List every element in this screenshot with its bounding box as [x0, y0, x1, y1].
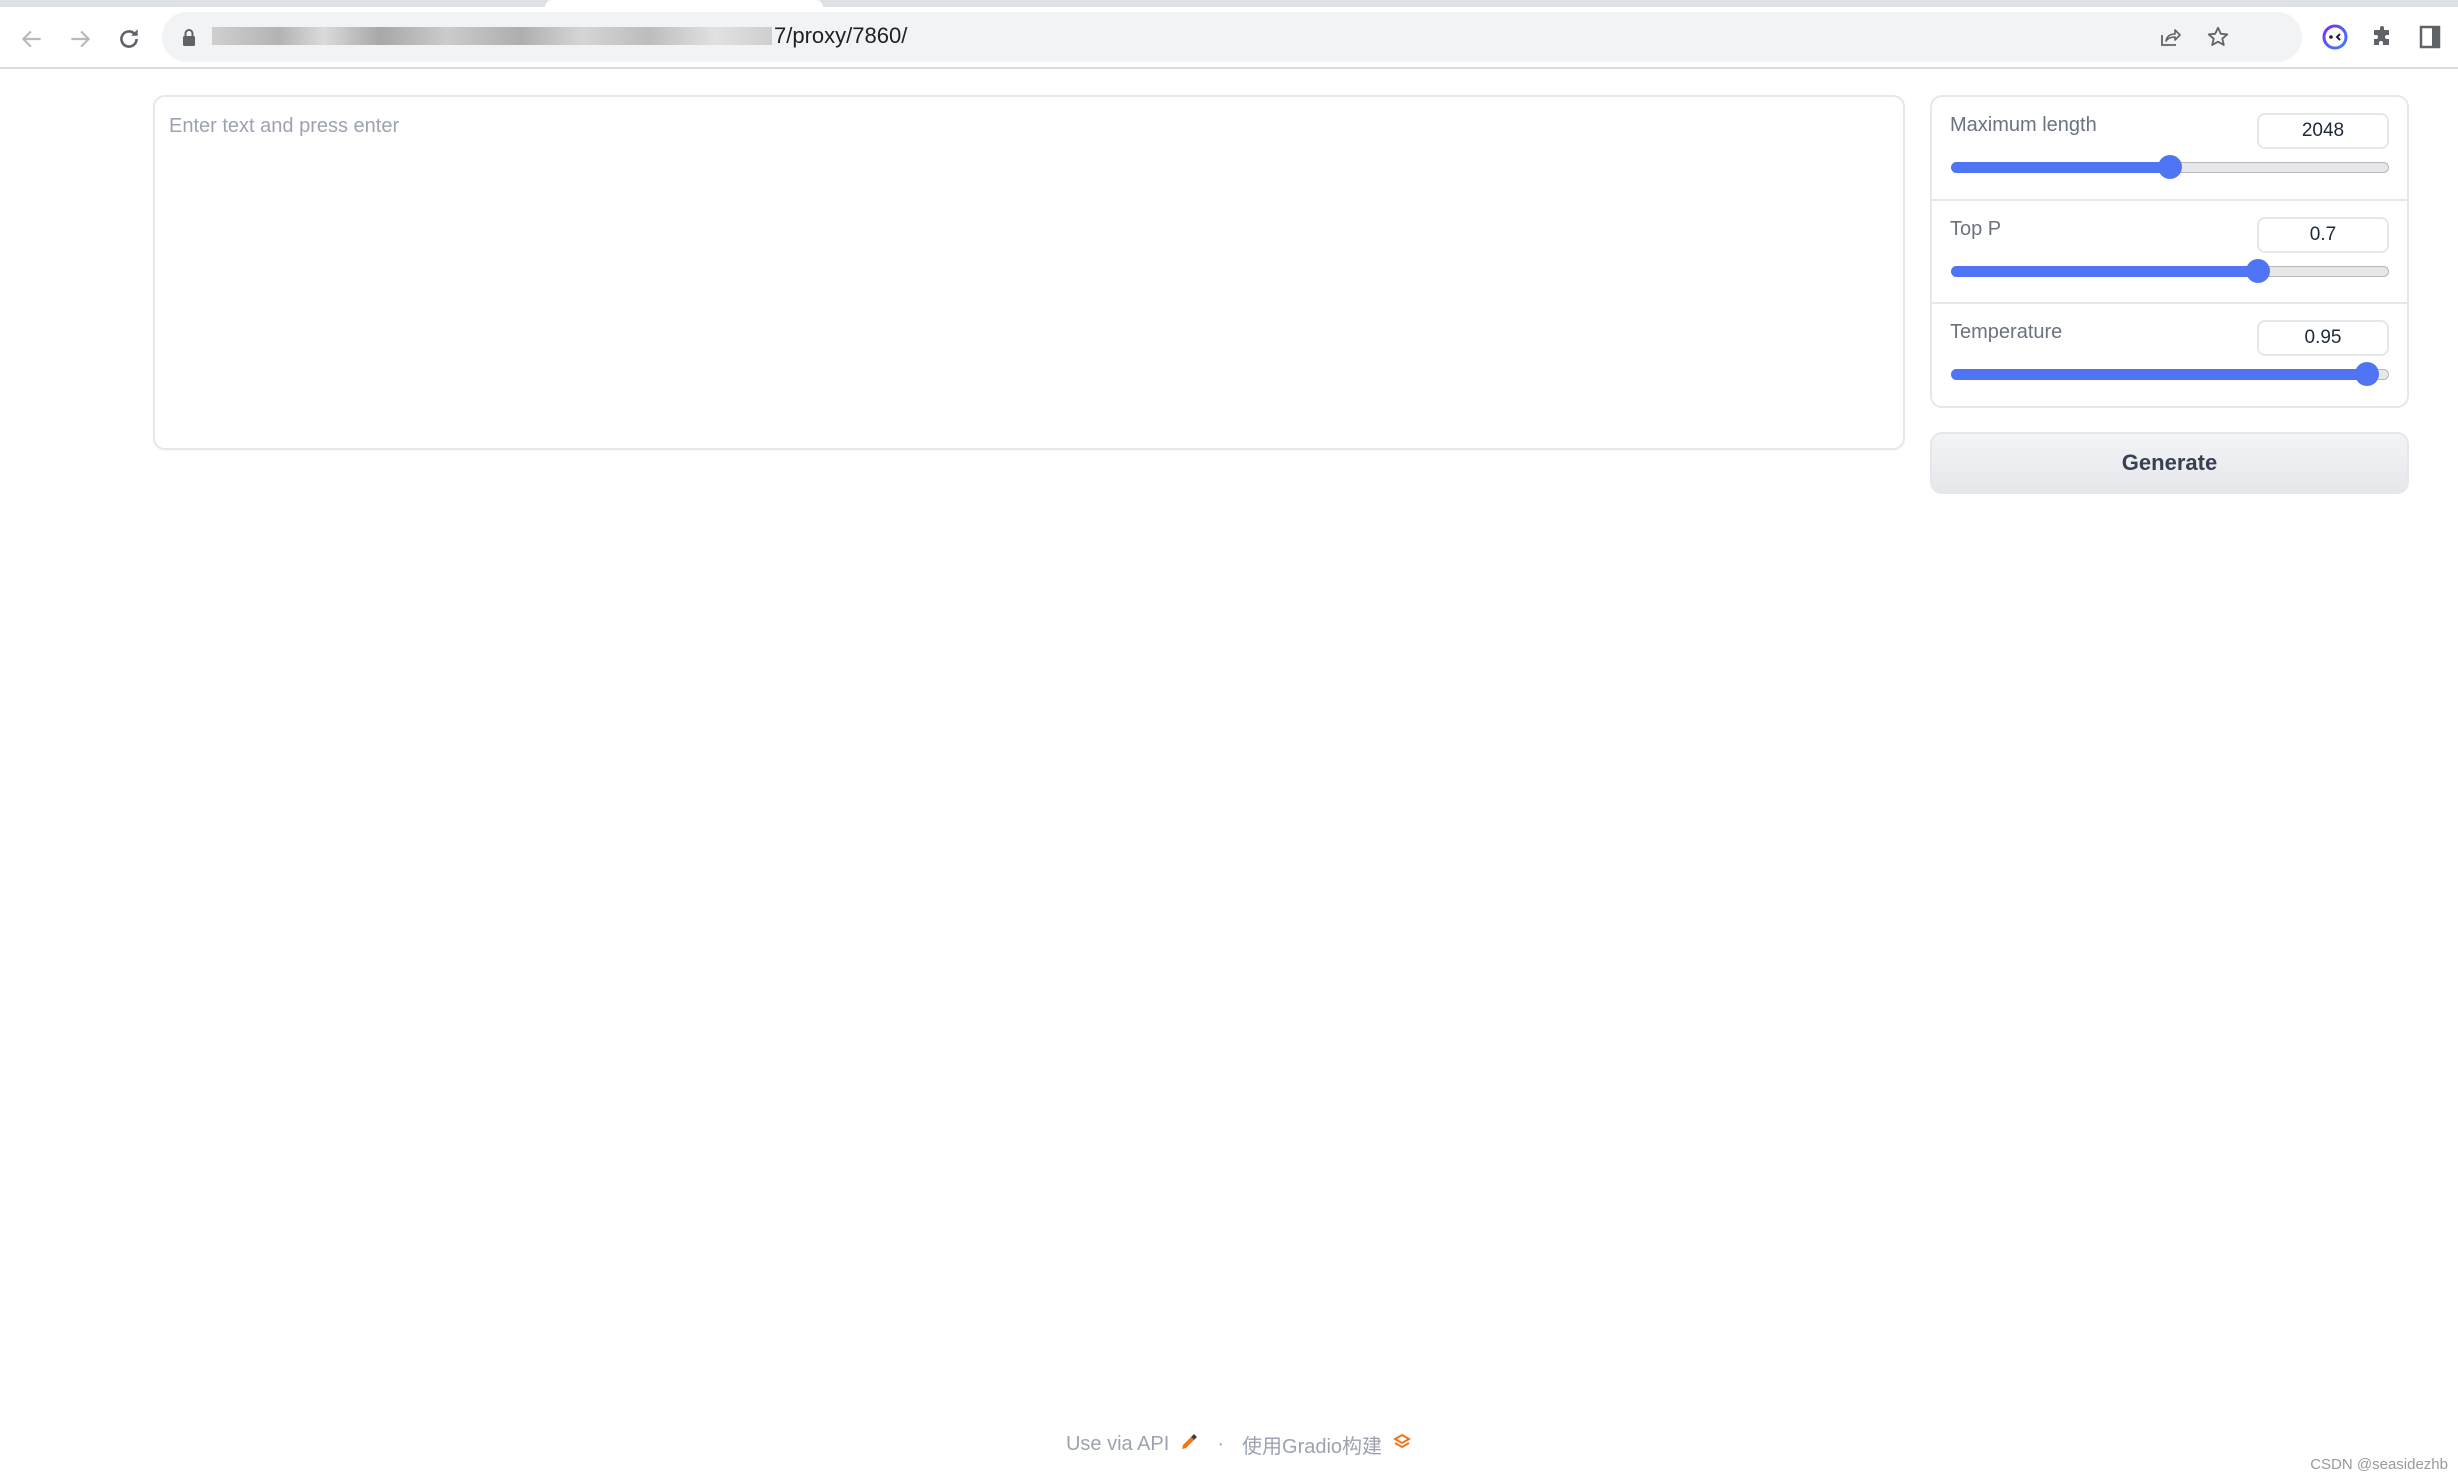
bookmark-star-icon[interactable] — [2204, 23, 2232, 51]
arrow-left-icon — [21, 30, 41, 48]
prompt-input[interactable] — [155, 97, 1903, 448]
extension-face-icon[interactable] — [2319, 21, 2351, 53]
generate-button[interactable]: Generate — [1930, 432, 2409, 494]
max-length-label: Maximum length — [1950, 114, 2097, 136]
slider-thumb[interactable] — [2158, 155, 2182, 179]
csdn-watermark: CSDN @seasidezhb — [2310, 1456, 2448, 1473]
footer: Use via API · 使用Gradio构建 — [0, 1430, 2458, 1459]
parameters-panel: Maximum length Top P Temperature — [1930, 95, 2409, 408]
max-length-input[interactable] — [2257, 113, 2389, 149]
max-length-slider[interactable] — [1951, 155, 2389, 179]
temperature-input[interactable] — [2257, 320, 2389, 357]
top-p-input[interactable] — [2257, 216, 2389, 253]
reload-button[interactable] — [109, 19, 149, 59]
reload-icon — [120, 29, 138, 48]
temperature-row: Temperature — [1932, 304, 2407, 406]
use-via-api-link[interactable]: Use via API — [1066, 1433, 1169, 1456]
slider-thumb[interactable] — [2355, 362, 2380, 387]
footer-separator: · — [1217, 1433, 1225, 1455]
slider-thumb[interactable] — [2245, 258, 2270, 283]
temperature-slider[interactable] — [1951, 362, 2389, 387]
url-text[interactable]: 7/proxy/7860/ — [212, 23, 907, 49]
slider-fill — [1951, 162, 2170, 173]
side-panel-icon[interactable] — [2414, 21, 2446, 53]
redacted-url-part — [212, 27, 772, 45]
address-bar[interactable]: 7/proxy/7860/ — [162, 12, 2302, 62]
top-p-label: Top P — [1950, 217, 2002, 240]
puzzle-icon[interactable] — [2367, 21, 2399, 53]
forward-button[interactable] — [60, 19, 100, 59]
built-with-gradio-link[interactable]: 使用Gradio构建 — [1242, 1430, 1382, 1459]
top-p-slider[interactable] — [1951, 258, 2389, 283]
tab-strip — [0, 0, 2458, 7]
back-button[interactable] — [12, 19, 52, 59]
browser-toolbar: 7/proxy/7860/ — [0, 7, 2458, 69]
slider-fill — [1951, 265, 2258, 277]
max-length-row: Maximum length — [1932, 97, 2407, 201]
gradio-logo-icon — [1392, 1432, 1412, 1458]
top-p-row: Top P — [1932, 201, 2407, 305]
lock-icon — [182, 28, 196, 51]
prompt-textbox[interactable] — [153, 95, 1905, 450]
share-icon[interactable] — [2156, 23, 2184, 51]
rocket-icon — [1179, 1432, 1199, 1458]
slider-fill — [1951, 369, 2368, 381]
arrow-right-icon — [71, 30, 91, 48]
temperature-label: Temperature — [1950, 321, 2063, 344]
active-tab[interactable] — [545, 0, 823, 7]
